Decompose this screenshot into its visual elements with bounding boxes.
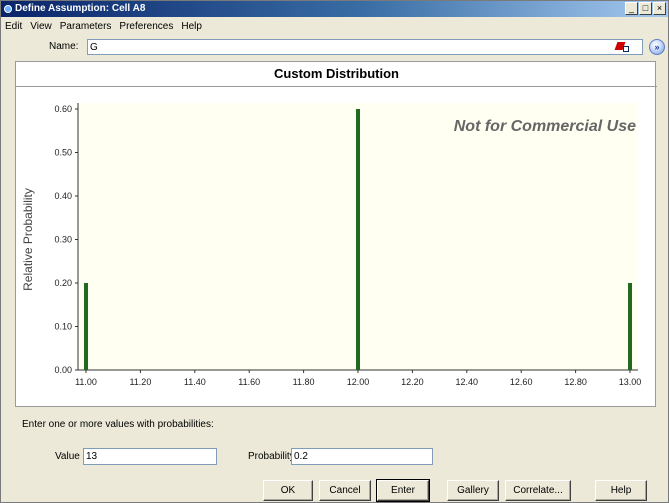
probability-bar — [84, 283, 88, 370]
maximize-button[interactable]: □ — [639, 2, 652, 15]
chart-panel: Custom Distribution 0.00 0.10 0.20 0.30 0.40… — [15, 61, 657, 407]
chart-title: Custom Distribution — [274, 66, 399, 81]
menu-edit[interactable]: Edit — [5, 21, 22, 32]
probability-input[interactable] — [291, 448, 433, 465]
y-tick-label: 0.40 — [54, 191, 72, 201]
probability-bar — [356, 109, 360, 370]
close-button[interactable]: × — [653, 2, 666, 15]
name-row: Name: » — [1, 37, 668, 59]
x-tick-label: 11.40 — [184, 377, 206, 387]
x-tick-label: 11.60 — [238, 377, 260, 387]
x-tick-label: 12.00 — [347, 377, 370, 387]
correlate-button[interactable]: Correlate... — [505, 480, 571, 501]
x-tick-label: 11.00 — [75, 377, 97, 387]
chevron-down-icon[interactable]: » — [649, 39, 665, 55]
menu-bar: Edit View Parameters Preferences Help — [1, 18, 668, 35]
menu-preferences[interactable]: Preferences — [119, 21, 173, 32]
probability-label: Probability — [248, 451, 295, 462]
menu-help[interactable]: Help — [181, 21, 202, 32]
define-assumption-window: Define Assumption: Cell A8 _ □ × Edit Vi… — [0, 0, 669, 503]
x-tick-label: 12.80 — [564, 377, 587, 387]
window-title: Define Assumption: Cell A8 — [15, 3, 146, 14]
value-label: Value — [55, 451, 80, 462]
cancel-button[interactable]: Cancel — [319, 480, 371, 501]
window-controls: _ □ × — [625, 2, 666, 15]
x-tick-label: 12.40 — [456, 377, 479, 387]
title-bar[interactable]: Define Assumption: Cell A8 _ □ × — [1, 1, 668, 17]
app-icon — [4, 5, 12, 13]
probability-bar — [628, 283, 632, 370]
help-button[interactable]: Help — [595, 480, 647, 501]
y-tick-label: 0.00 — [54, 365, 72, 375]
menu-parameters[interactable]: Parameters — [60, 21, 112, 32]
x-tick-label: 11.80 — [293, 377, 315, 387]
name-label: Name: — [49, 41, 79, 52]
enter-button[interactable]: Enter — [376, 479, 430, 502]
value-input[interactable] — [83, 448, 217, 465]
gallery-button[interactable]: Gallery — [447, 480, 499, 501]
y-tick-label: 0.60 — [54, 104, 72, 114]
entry-instruction: Enter one or more values with probabilit… — [22, 419, 214, 430]
name-input[interactable] — [87, 39, 643, 55]
cell-reference-icon[interactable] — [614, 41, 630, 53]
x-tick-label: 13.00 — [619, 377, 642, 387]
y-tick-label: 0.20 — [54, 278, 72, 288]
x-tick-label: 11.20 — [129, 377, 151, 387]
watermark-text: Not for Commercial Use — [454, 118, 636, 135]
distribution-chart: 0.00 0.10 0.20 0.30 0.40 0.50 0.60 11.00 11.20 11… — [21, 103, 642, 387]
x-tick-label: 12.60 — [510, 377, 533, 387]
menu-view[interactable]: View — [30, 21, 52, 32]
x-tick-label: 12.20 — [401, 377, 424, 387]
minimize-button[interactable]: _ — [625, 2, 638, 15]
y-tick-label: 0.10 — [54, 322, 72, 332]
y-tick-label: 0.30 — [54, 235, 72, 245]
y-axis-label: Relative Probability — [21, 188, 35, 291]
button-row: OK Cancel Enter Gallery Correlate... Hel… — [1, 479, 668, 502]
y-tick-label: 0.50 — [54, 148, 72, 158]
ok-button[interactable]: OK — [263, 480, 313, 501]
